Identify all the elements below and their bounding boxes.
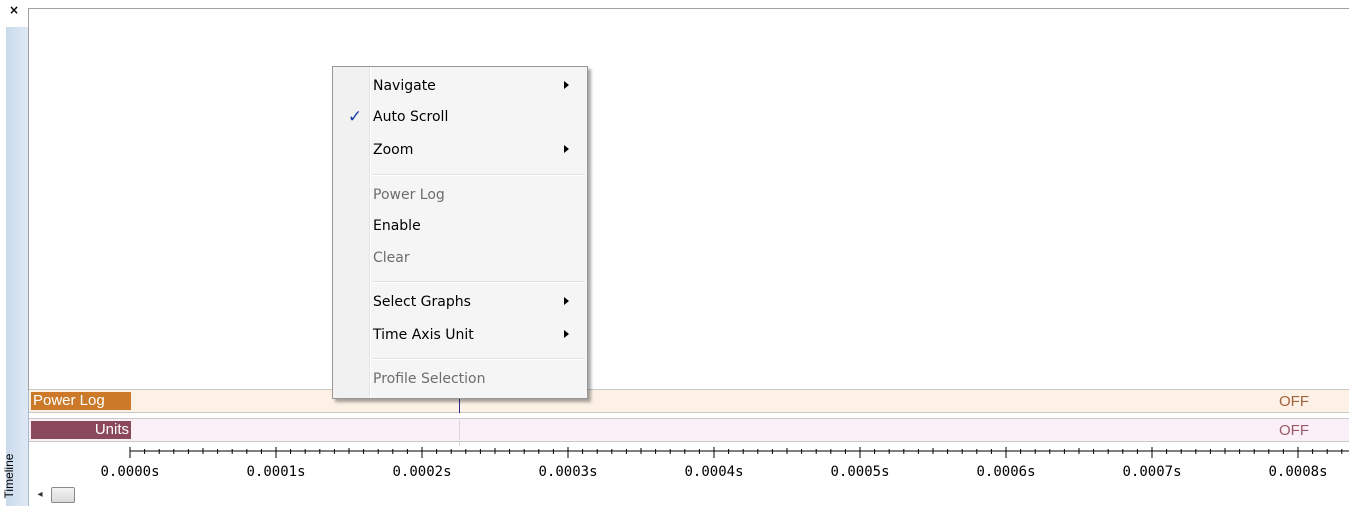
sidebar-strip [6, 27, 29, 506]
menu-separator [373, 358, 585, 360]
menu-item-select-graphs[interactable]: Select Graphs [335, 288, 585, 318]
menu-separator [373, 174, 585, 176]
submenu-arrow-icon [564, 145, 569, 153]
timeline-tab-title[interactable]: Timeline [2, 450, 18, 502]
menu-item-label: Navigate [373, 78, 436, 94]
menu-item-profile-selection: Profile Selection [335, 365, 585, 395]
submenu-arrow-icon [564, 297, 569, 305]
menu-item-clear: Clear [335, 244, 585, 274]
horizontal-scrollbar[interactable]: ◂ [29, 485, 1349, 506]
time-axis-ticks [129, 447, 1349, 458]
tick-label: 0.0001s [246, 464, 306, 480]
scroll-left-icon[interactable]: ◂ [33, 487, 47, 503]
tick-label: 0.0005s [830, 464, 890, 480]
menu-item-label: Profile Selection [373, 371, 486, 387]
timeline-sidebar: × Timeline [0, 0, 29, 506]
close-icon[interactable]: × [5, 1, 23, 19]
menu-item-label: Power Log [373, 187, 445, 203]
scroll-thumb[interactable] [51, 487, 75, 503]
power-log-state: OFF [1279, 393, 1309, 410]
menu-item-time-axis-unit[interactable]: Time Axis Unit [335, 321, 585, 351]
menu-item-label: Time Axis Unit [373, 327, 474, 343]
submenu-arrow-icon [564, 81, 569, 89]
menu-item-label: Auto Scroll [373, 109, 449, 125]
power-log-label: Power Log [31, 392, 131, 410]
power-log-row[interactable]: Power Log OFF [29, 389, 1349, 413]
menu-item-label: Select Graphs [373, 294, 471, 310]
tick-label: 0.0008s [1268, 464, 1328, 480]
tick-label: 0.0003s [538, 464, 598, 480]
menu-item-label: Zoom [373, 142, 414, 158]
tick-label: 0.0000s [100, 464, 160, 480]
menu-item-navigate[interactable]: Navigate [335, 72, 585, 102]
units-state: OFF [1279, 422, 1309, 439]
graph-area[interactable] [28, 8, 1349, 390]
units-label: Units [31, 421, 131, 439]
units-row[interactable]: Units OFF [29, 418, 1349, 442]
menu-separator [373, 281, 585, 283]
checkmark-icon: ✓ [347, 107, 363, 127]
context-menu: Navigate ✓ Auto Scroll Zoom Power Log En… [332, 66, 588, 399]
menu-item-zoom[interactable]: Zoom [335, 136, 585, 166]
submenu-arrow-icon [564, 330, 569, 338]
time-axis: 0.0000s 0.0001s 0.0002s 0.0003s 0.0004s 0.000… [29, 446, 1349, 486]
menu-item-label: Clear [373, 250, 410, 266]
menu-item-label: Enable [373, 218, 421, 234]
time-cursor-trace [459, 420, 460, 446]
tick-label: 0.0002s [392, 464, 452, 480]
tick-label: 0.0006s [976, 464, 1036, 480]
tick-label: 0.0004s [684, 464, 744, 480]
menu-item-power-log: Power Log [335, 181, 585, 211]
menu-item-auto-scroll[interactable]: ✓ Auto Scroll [335, 103, 585, 133]
menu-item-enable[interactable]: Enable [335, 212, 585, 242]
tick-label: 0.0007s [1122, 464, 1182, 480]
